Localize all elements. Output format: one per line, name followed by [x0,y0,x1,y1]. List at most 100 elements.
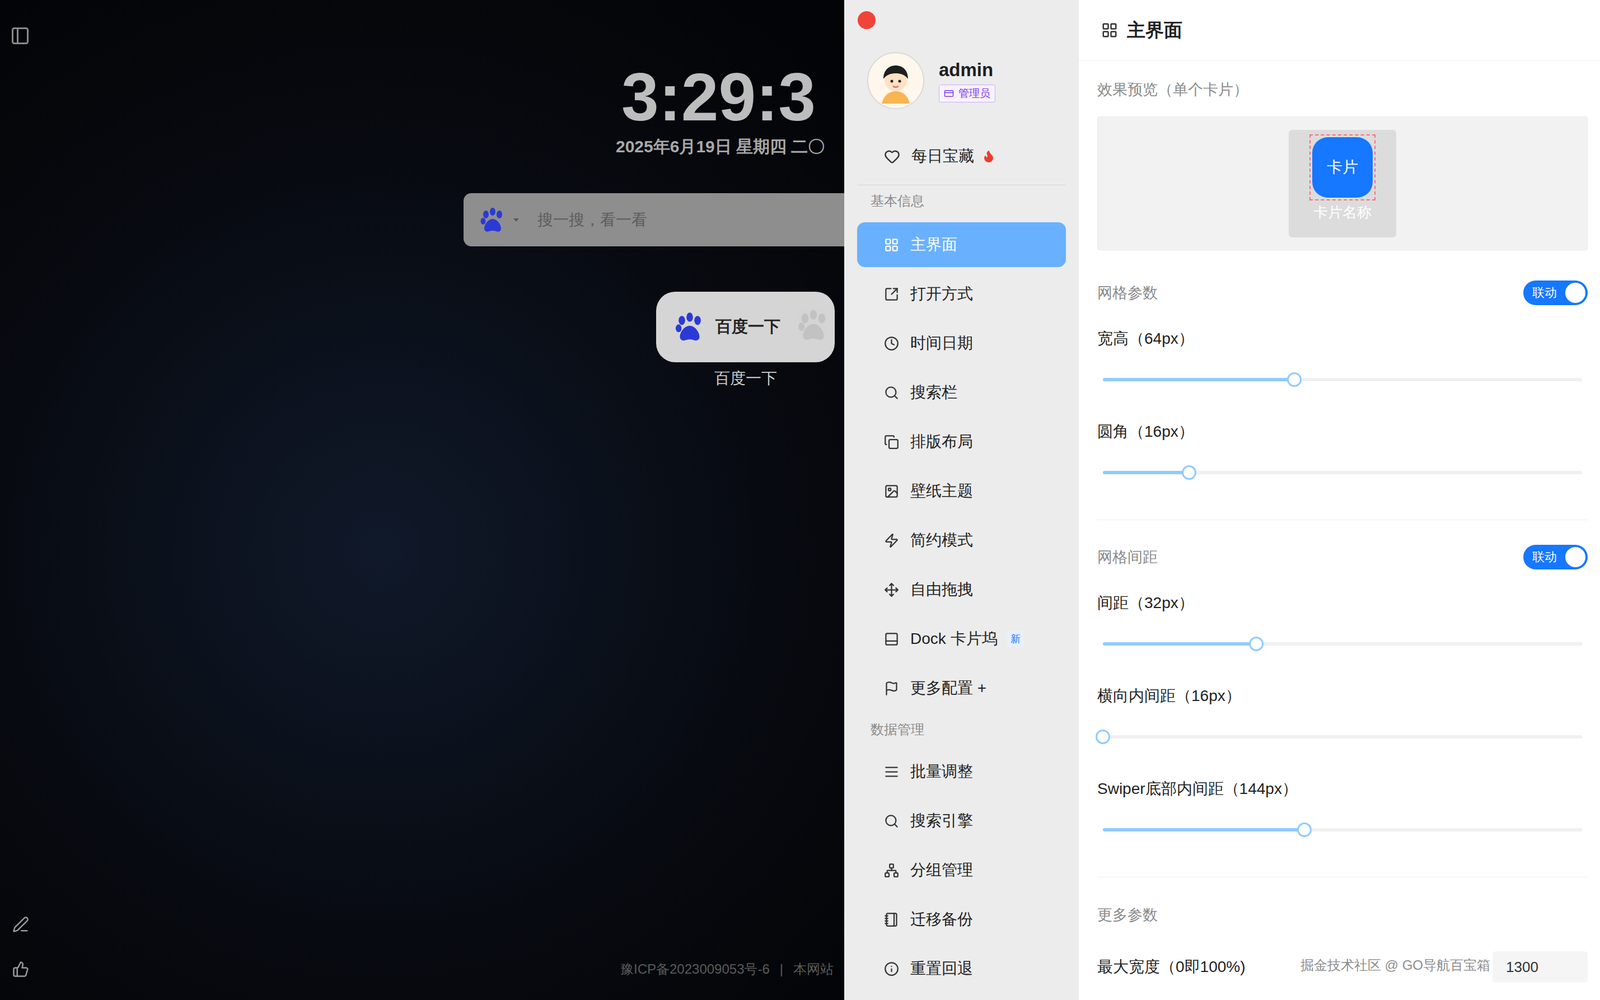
sidebar-item[interactable]: 批量调整 [857,749,1066,794]
icp-link[interactable]: 豫ICP备2023009053号-6 [620,960,770,978]
section-title: 网格参数 [1097,281,1158,305]
footer-note: 本网站 [793,960,834,978]
sidebar-item[interactable]: 搜索栏 [857,370,1066,415]
section-divider [1097,519,1588,521]
slider-track [1102,470,1583,475]
slider-thumb[interactable] [1287,372,1302,387]
slider[interactable] [1102,461,1583,484]
profile: admin管理员 [867,52,1079,110]
grid-icon [1101,21,1118,39]
sidebar-group: 数据管理批量调整搜索引擎分组管理迁移备份重置回退 [844,717,1079,991]
menu-item-icon [883,237,900,253]
panel-body: 效果预览（单个卡片）卡片卡片名称网格参数联动宽高（64px）圆角（16px）网格… [1078,61,1600,983]
menu-item-icon [883,862,900,878]
sidebar-item[interactable]: 打开方式 [857,271,1066,317]
menu-item-icon [883,434,900,450]
sidebar-item[interactable]: 迁移备份 [857,896,1066,942]
group-items: 批量调整搜索引擎分组管理迁移备份重置回退 [857,749,1066,991]
sidebar-item[interactable]: 排版布局 [857,419,1066,465]
slider-fill [1102,642,1257,646]
section-divider [1097,876,1588,878]
link-toggle[interactable]: 联动 [1523,544,1588,570]
section-header: 网格参数 联动 [1097,280,1588,306]
slider-label: 宽高（64px） [1097,327,1588,350]
menu-item-label: 简约模式 [910,528,973,552]
slider-thumb[interactable] [1297,822,1312,837]
sidebar-item[interactable]: Dock 卡片坞新 [857,616,1066,662]
home-bottom: 豫ICP备2023009053号-6 | 本网站 [0,915,845,1000]
menu-item-label: 搜索引擎 [910,808,973,833]
featured-item[interactable]: 每日宝藏 [857,131,1066,181]
menu-item-icon [883,911,900,928]
menu-item-icon [883,764,900,780]
slider-track [1102,827,1583,832]
sidebar-item[interactable]: 重置回退 [857,946,1066,991]
toggle-label: 联动 [1532,284,1557,301]
slider[interactable] [1102,818,1583,841]
footer-separator: | [779,960,784,978]
heart-icon [883,148,901,165]
slider[interactable] [1102,725,1583,748]
menu-item-label: 更多配置 + [910,676,987,700]
sidebar-group: 基本信息主界面打开方式时间日期搜索栏排版布局壁纸主题简约模式自由拖拽Dock 卡… [844,188,1079,711]
close-button[interactable] [857,11,876,30]
slider-thumb[interactable] [1248,636,1264,652]
sidebar-item[interactable]: 时间日期 [857,320,1066,366]
caret-icon[interactable] [511,215,521,225]
menu-item-icon [883,335,900,352]
role-badge: 管理员 [938,84,996,103]
sidebar-toggle-icon[interactable] [10,25,31,46]
field-input[interactable]: 1300 [1492,951,1588,983]
profile-info: admin管理员 [938,58,996,103]
edit-icon[interactable] [12,915,30,933]
sidebar-item[interactable]: 壁纸主题 [857,468,1066,514]
preview-cell: 卡片卡片名称 [1288,129,1397,238]
slider[interactable] [1102,368,1583,391]
panel-title: 主界面 [1126,16,1183,45]
new-badge: 新 [1006,630,1025,647]
slider-thumb[interactable] [1181,465,1197,480]
slider-row: 圆角（16px） [1097,420,1588,484]
menu-item-icon [883,680,900,696]
settings-section: 网格间距联动间距（32px）横向内间距（16px）Swiper底部内间距（144… [1097,483,1588,841]
slider[interactable] [1102,632,1583,656]
like-icon[interactable] [12,960,30,978]
sidebar-item[interactable]: 自由拖拽 [857,567,1066,612]
group-items: 主界面打开方式时间日期搜索栏排版布局壁纸主题简约模式自由拖拽 Dock 卡片坞新更… [857,222,1066,711]
slider-row: 间距（32px） [1097,591,1588,656]
watermark: 掘金技术社区 @ GO导航百宝箱 [1300,955,1491,976]
menu-item-label: 搜索栏 [910,380,958,405]
avatar-icon[interactable] [867,52,925,110]
slider-wrap [1097,461,1588,484]
link-toggle[interactable]: 联动 [1523,280,1588,306]
sidebar-divider [857,184,1066,186]
menu-item-icon [883,286,900,302]
preview-title: 效果预览（单个卡片） [1097,78,1588,101]
slider-label: Swiper底部内间距（144px） [1097,777,1588,800]
footer: 豫ICP备2023009053号-6 | 本网站 [620,960,834,978]
slider-track [1102,642,1583,646]
sidebar-item[interactable]: 分组管理 [857,847,1066,893]
slider-fill [1102,470,1190,475]
menu-item-label: 重置回退 [910,956,973,981]
preview-box: 卡片卡片名称 [1097,116,1588,251]
sidebar-item[interactable]: 简约模式 [857,517,1066,563]
section-header: 网格间距联动 [1097,544,1588,570]
search-bar[interactable]: 搜一搜，看一看 [463,193,845,247]
menu-item-label: 自由拖拽 [910,577,973,602]
menu-item-label: 时间日期 [910,331,973,355]
menu-item-icon [883,813,900,829]
slider-wrap [1097,818,1588,841]
toggle-label: 联动 [1532,549,1557,565]
app: 3:29:32025年6月19日 星期四 二〇搜一搜，看一看百度一下百度一下豫I… [0,0,1600,1000]
featured-label: 每日宝藏 [911,144,975,168]
sidebar-item[interactable]: 主界面 [857,222,1066,268]
preview-card: 卡片 [1312,137,1373,198]
shortcut-card[interactable]: 百度一下 [656,291,835,363]
shortcut[interactable]: 百度一下百度一下 [656,291,835,388]
slider-thumb[interactable] [1095,729,1111,745]
sidebar-item[interactable]: 搜索引擎 [857,798,1066,844]
preview-card-outline: 卡片 [1309,134,1376,201]
slider-fill [1102,377,1295,382]
sidebar-item[interactable]: 更多配置 + [857,665,1066,711]
